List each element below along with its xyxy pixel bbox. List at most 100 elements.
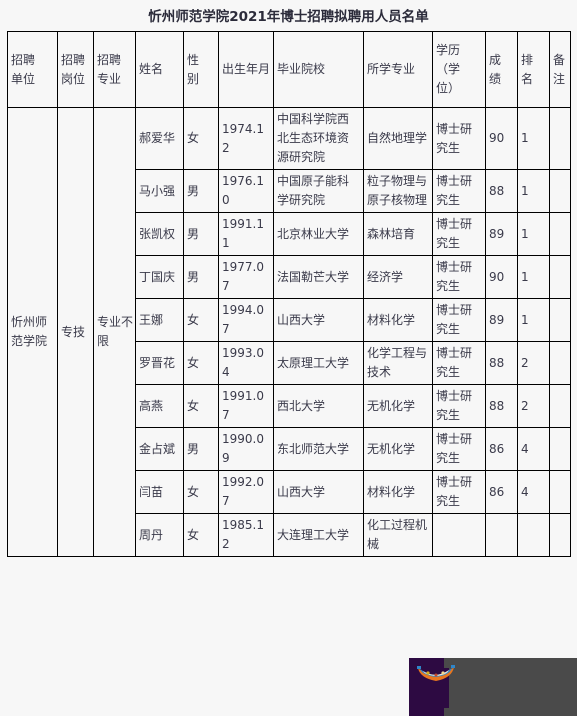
cell-note — [549, 298, 571, 342]
header-row: 招聘单位 招聘岗位 招聘专业 姓名 性别 出生年月 毕业院校 所学专业 学历 （… — [7, 31, 571, 108]
cell-degree: 博士研究生 — [432, 427, 486, 471]
cell-birth: 1977.07 — [218, 255, 274, 299]
cell-rank: 1 — [517, 298, 550, 342]
cell-sex: 女 — [183, 107, 219, 170]
column-header-score: 成绩 — [485, 31, 518, 108]
cell-sex: 女 — [183, 470, 219, 514]
cell-degree: 博士研究生 — [432, 470, 486, 514]
table-body: 忻州师范学院 专技 专业不限 郝爱华女 1974.12 中国科学院西北生态环境资源研究院自… — [7, 107, 571, 557]
cell-score: 90 — [485, 255, 518, 299]
column-header-post-label: 招聘岗位 — [61, 52, 86, 86]
cell-rank: 4 — [517, 427, 550, 471]
cell-birth: 1991.07 — [218, 384, 274, 428]
cell-sex: 男 — [183, 255, 219, 299]
cell-name: 周丹 — [135, 513, 184, 557]
cell-school: 法国勒芒大学 — [273, 255, 364, 299]
cell-name: 金占斌 — [135, 427, 184, 471]
cell-degree: 博士研究生 — [432, 107, 486, 170]
cell-field: 材料化学 — [363, 470, 433, 514]
cell-rank: 1 — [517, 107, 550, 170]
column-header-note: 备注 — [549, 31, 571, 108]
cell-field: 森林培育 — [363, 212, 433, 256]
cell-birth: 1991.11 — [218, 212, 274, 256]
cell-field: 无机化学 — [363, 427, 433, 471]
cell-score: 86 — [485, 427, 518, 471]
cell-score: 90 — [485, 107, 518, 170]
cell-recruit-unit: 忻州师范学院 — [7, 107, 58, 557]
cell-degree — [432, 513, 486, 557]
column-header-rank-label: 排名 — [521, 52, 534, 86]
column-header-name-label: 姓名 — [139, 62, 164, 76]
cell-birth: 1985.12 — [218, 513, 274, 557]
cell-sex: 男 — [183, 212, 219, 256]
cell-school: 东北师范大学 — [273, 427, 364, 471]
cell-school: 太原理工大学 — [273, 341, 364, 385]
cell-field: 无机化学 — [363, 384, 433, 428]
obscuring-overlay-gray — [438, 658, 577, 716]
cell-note — [549, 513, 571, 557]
column-header-score-label: 成绩 — [489, 52, 502, 86]
cell-score — [485, 513, 518, 557]
cell-sex: 女 — [183, 298, 219, 342]
column-header-major-label: 招聘专业 — [97, 52, 122, 86]
cell-sex: 男 — [183, 427, 219, 471]
cell-score: 89 — [485, 212, 518, 256]
cell-rank: 1 — [517, 255, 550, 299]
cell-recruit-major-label: 专业不限 — [97, 315, 134, 348]
cell-name: 张凯权 — [135, 212, 184, 256]
cell-field: 化工过程机械 — [363, 513, 433, 557]
cell-name: 闫苗 — [135, 470, 184, 514]
column-header-sex: 性别 — [183, 31, 219, 108]
column-header-school-label: 毕业院校 — [277, 62, 326, 76]
cell-name: 王娜 — [135, 298, 184, 342]
cell-birth: 1990.09 — [218, 427, 274, 471]
column-header-field-label: 所学专业 — [367, 62, 416, 76]
column-header-degree-line3: 位） — [436, 81, 461, 95]
table-row: 忻州师范学院 专技 专业不限 郝爱华女 1974.12 中国科学院西北生态环境资源研究院自… — [7, 107, 571, 557]
page-title: 忻州师范学院2021年博士招聘拟聘用人员名单 — [148, 9, 429, 25]
cell-rank: 1 — [517, 169, 550, 213]
cell-birth: 1974.12 — [218, 107, 274, 170]
roster-table-container: 招聘单位 招聘岗位 招聘专业 姓名 性别 出生年月 毕业院校 所学专业 学历 （… — [7, 31, 571, 557]
column-header-degree: 学历 （学 位） — [432, 31, 486, 108]
cell-name: 罗晋花 — [135, 341, 184, 385]
cell-name: 郝爱华 — [135, 107, 184, 170]
cell-recruit-major: 专业不限 — [93, 107, 136, 557]
cell-score: 88 — [485, 341, 518, 385]
column-header-degree-line2: （学 — [436, 62, 461, 76]
cell-recruit-post-label: 专技 — [61, 324, 86, 339]
cell-degree: 博士研究生 — [432, 298, 486, 342]
cell-rank: 4 — [517, 470, 550, 514]
cell-note — [549, 255, 571, 299]
cell-name: 丁国庆 — [135, 255, 184, 299]
cell-sex: 女 — [183, 513, 219, 557]
cell-field: 材料化学 — [363, 298, 433, 342]
cell-birth: 1992.07 — [218, 470, 274, 514]
cell-degree: 博士研究生 — [432, 341, 486, 385]
cell-name: 高燕 — [135, 384, 184, 428]
cell-birth: 1976.10 — [218, 169, 274, 213]
cell-degree: 博士研究生 — [432, 384, 486, 428]
column-header-school: 毕业院校 — [273, 31, 364, 108]
column-header-unit-label: 招聘单位 — [11, 52, 36, 86]
cell-note — [549, 470, 571, 514]
column-header-post: 招聘岗位 — [57, 31, 94, 108]
column-header-field: 所学专业 — [363, 31, 433, 108]
column-header-note-label: 备注 — [553, 52, 566, 86]
cell-sex: 女 — [183, 341, 219, 385]
cell-school: 中国科学院西北生态环境资源研究院 — [273, 107, 364, 170]
cell-rank: 2 — [517, 384, 550, 428]
roster-table: 招聘单位 招聘岗位 招聘专业 姓名 性别 出生年月 毕业院校 所学专业 学历 （… — [7, 31, 571, 557]
column-header-birth: 出生年月 — [218, 31, 274, 108]
cell-field: 自然地理学 — [363, 107, 433, 170]
cell-rank: 2 — [517, 341, 550, 385]
cell-sex: 男 — [183, 169, 219, 213]
cell-note — [549, 341, 571, 385]
column-header-birth-label: 出生年月 — [222, 62, 271, 76]
cell-note — [549, 169, 571, 213]
cell-note — [549, 107, 571, 170]
cell-score: 88 — [485, 169, 518, 213]
cell-rank: 1 — [517, 212, 550, 256]
cell-rank — [517, 513, 550, 557]
cell-school: 山西大学 — [273, 298, 364, 342]
